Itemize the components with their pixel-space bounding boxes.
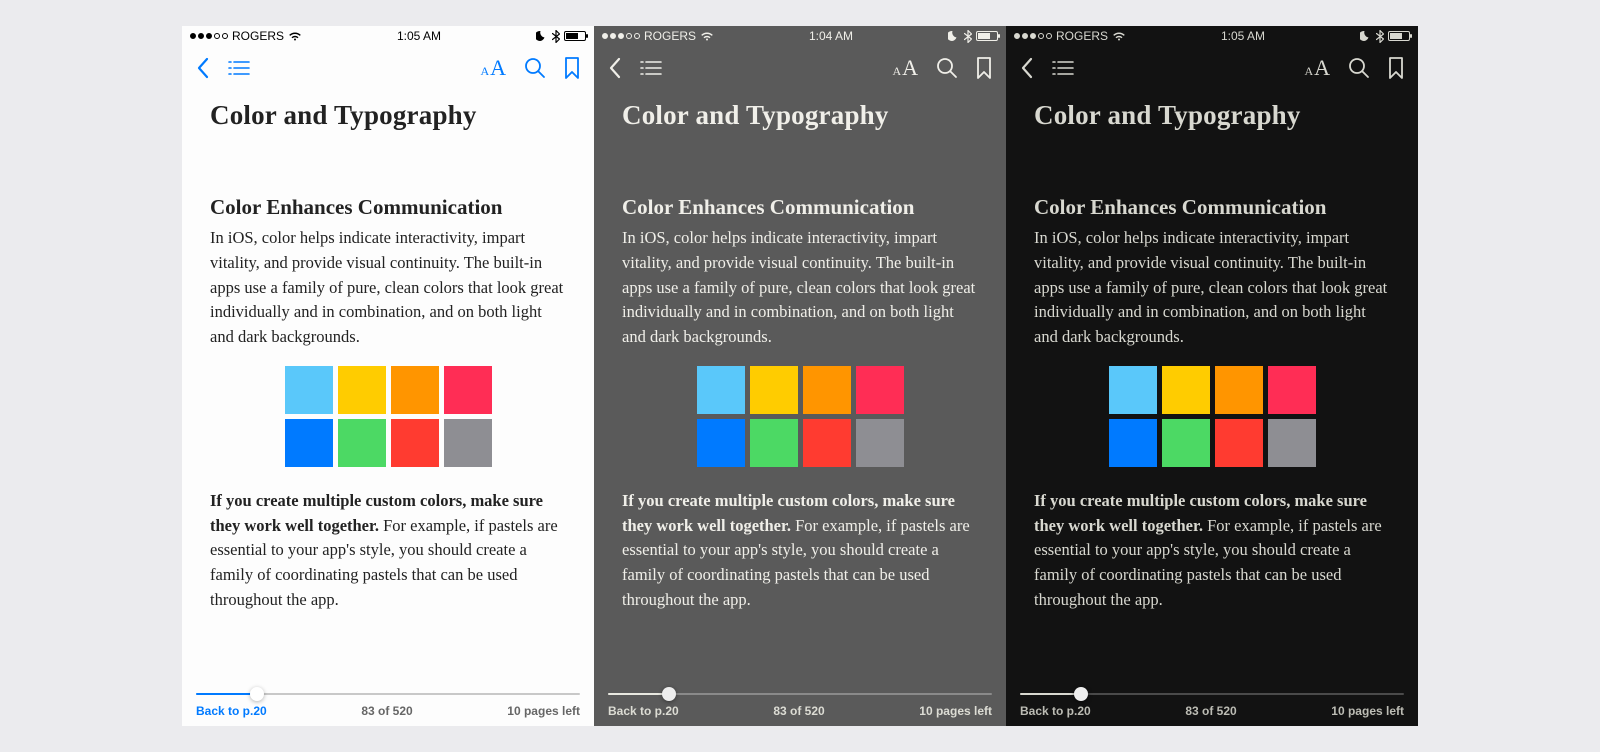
- color-swatch-grid: [622, 366, 978, 467]
- wifi-icon: [288, 31, 302, 41]
- carrier-label: ROGERS: [644, 29, 696, 43]
- page-counter: 83 of 520: [773, 704, 824, 718]
- reader-toolbar: AA: [594, 46, 1006, 90]
- section-title: Color Enhances Communication: [622, 195, 978, 220]
- search-button[interactable]: [524, 57, 546, 79]
- battery-icon: [564, 31, 586, 41]
- bookmark-button[interactable]: [564, 57, 580, 79]
- color-swatch-3: [856, 366, 904, 414]
- carrier-label: ROGERS: [1056, 29, 1108, 43]
- color-swatch-2: [803, 366, 851, 414]
- back-button[interactable]: [1020, 57, 1034, 79]
- color-swatch-6: [1215, 419, 1263, 467]
- color-swatch-5: [338, 419, 386, 467]
- back-to-page-link[interactable]: Back to p.20: [1020, 704, 1091, 718]
- color-swatch-4: [1109, 419, 1157, 467]
- bluetooth-icon: [552, 30, 560, 43]
- color-swatch-1: [1162, 366, 1210, 414]
- page-content[interactable]: Color and Typography Color Enhances Commu…: [1006, 90, 1418, 686]
- color-swatch-grid: [1034, 366, 1390, 467]
- battery-icon: [976, 31, 998, 41]
- page-content[interactable]: Color and Typography Color Enhances Commu…: [182, 90, 594, 686]
- paragraph-2: If you create multiple custom colors, ma…: [622, 489, 978, 613]
- chapter-title: Color and Typography: [210, 100, 566, 131]
- table-of-contents-button[interactable]: [640, 59, 662, 77]
- chapter-title: Color and Typography: [622, 100, 978, 131]
- paragraph-2: If you create multiple custom colors, ma…: [210, 489, 566, 613]
- pages-left-label: 10 pages left: [1331, 704, 1404, 718]
- back-button[interactable]: [196, 57, 210, 79]
- color-swatch-4: [285, 419, 333, 467]
- paragraph-1: In iOS, color helps indicate interactivi…: [622, 226, 978, 350]
- section-title: Color Enhances Communication: [1034, 195, 1390, 220]
- color-swatch-3: [444, 366, 492, 414]
- page-scrubber[interactable]: [608, 686, 992, 702]
- phone-screen-1: ROGERS1:04 AMAAColor and TypographyColor…: [594, 26, 1006, 726]
- signal-strength-icon: [1014, 33, 1052, 39]
- color-swatch-2: [1215, 366, 1263, 414]
- page-scrubber[interactable]: [196, 686, 580, 702]
- appearance-button[interactable]: AA: [480, 55, 506, 81]
- color-swatch-6: [391, 419, 439, 467]
- status-bar: ROGERS 1:05 AM: [1006, 26, 1418, 46]
- back-to-page-link[interactable]: Back to p.20: [196, 704, 267, 718]
- signal-strength-icon: [602, 33, 640, 39]
- color-swatch-5: [750, 419, 798, 467]
- reader-toolbar: AA: [1006, 46, 1418, 90]
- chapter-title: Color and Typography: [1034, 100, 1390, 131]
- search-button[interactable]: [936, 57, 958, 79]
- color-swatch-grid: [210, 366, 566, 467]
- bluetooth-icon: [1376, 30, 1384, 43]
- status-bar: ROGERS 1:05 AM: [182, 26, 594, 46]
- status-bar: ROGERS 1:04 AM: [594, 26, 1006, 46]
- do-not-disturb-icon: [948, 30, 960, 42]
- page-scrubber[interactable]: [1020, 686, 1404, 702]
- color-swatch-7: [856, 419, 904, 467]
- paragraph-2: If you create multiple custom colors, ma…: [1034, 489, 1390, 613]
- wifi-icon: [1112, 31, 1126, 41]
- search-button[interactable]: [1348, 57, 1370, 79]
- table-of-contents-button[interactable]: [228, 59, 250, 77]
- color-swatch-0: [1109, 366, 1157, 414]
- page-counter: 83 of 520: [1185, 704, 1236, 718]
- color-swatch-1: [750, 366, 798, 414]
- color-swatch-1: [338, 366, 386, 414]
- appearance-button[interactable]: AA: [1304, 55, 1330, 81]
- section-title: Color Enhances Communication: [210, 195, 566, 220]
- bluetooth-icon: [964, 30, 972, 43]
- back-button[interactable]: [608, 57, 622, 79]
- battery-icon: [1388, 31, 1410, 41]
- bookmark-button[interactable]: [976, 57, 992, 79]
- color-swatch-0: [285, 366, 333, 414]
- status-time: 1:04 AM: [809, 29, 853, 43]
- phone-screen-2: ROGERS1:05 AMAAColor and TypographyColor…: [1006, 26, 1418, 726]
- do-not-disturb-icon: [1360, 30, 1372, 42]
- paragraph-1: In iOS, color helps indicate interactivi…: [210, 226, 566, 350]
- color-swatch-6: [803, 419, 851, 467]
- paragraph-1: In iOS, color helps indicate interactivi…: [1034, 226, 1390, 350]
- appearance-button[interactable]: AA: [892, 55, 918, 81]
- wifi-icon: [700, 31, 714, 41]
- status-time: 1:05 AM: [397, 29, 441, 43]
- page-content[interactable]: Color and Typography Color Enhances Commu…: [594, 90, 1006, 686]
- color-swatch-7: [1268, 419, 1316, 467]
- table-of-contents-button[interactable]: [1052, 59, 1074, 77]
- color-swatch-2: [391, 366, 439, 414]
- page-counter: 83 of 520: [361, 704, 412, 718]
- pages-left-label: 10 pages left: [919, 704, 992, 718]
- color-swatch-3: [1268, 366, 1316, 414]
- status-time: 1:05 AM: [1221, 29, 1265, 43]
- color-swatch-4: [697, 419, 745, 467]
- back-to-page-link[interactable]: Back to p.20: [608, 704, 679, 718]
- color-swatch-7: [444, 419, 492, 467]
- phone-screen-0: ROGERS1:05 AMAAColor and TypographyColor…: [182, 26, 594, 726]
- pages-left-label: 10 pages left: [507, 704, 580, 718]
- color-swatch-0: [697, 366, 745, 414]
- color-swatch-5: [1162, 419, 1210, 467]
- carrier-label: ROGERS: [232, 29, 284, 43]
- do-not-disturb-icon: [536, 30, 548, 42]
- signal-strength-icon: [190, 33, 228, 39]
- bookmark-button[interactable]: [1388, 57, 1404, 79]
- reader-toolbar: AA: [182, 46, 594, 90]
